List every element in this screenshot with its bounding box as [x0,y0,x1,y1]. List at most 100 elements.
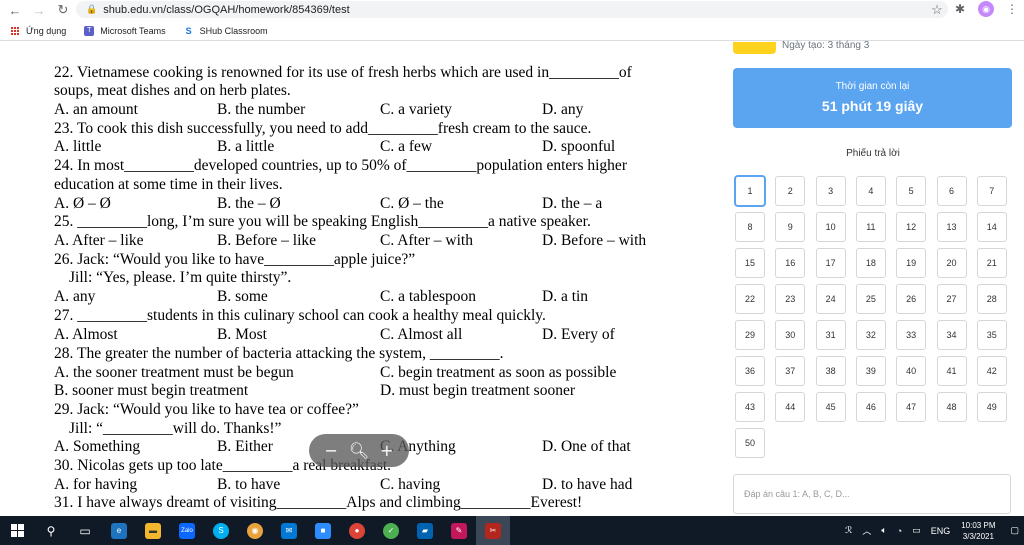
option-d: D. One of that [542,438,631,455]
battery-icon[interactable]: ▭ [912,525,921,536]
question-cell-42[interactable]: 42 [976,356,1007,386]
network-icon[interactable]: ◔ [897,526,902,536]
question-cell-19[interactable]: 19 [896,248,927,278]
question-cell-20[interactable]: 20 [936,248,967,278]
question-cell-36[interactable]: 36 [735,356,765,386]
app-icon[interactable]: ◉ [238,516,272,545]
extensions-puzzle-icon[interactable]: ✱ [952,1,968,17]
question-cell-2[interactable]: 2 [775,176,806,206]
question-cell-14[interactable]: 14 [976,212,1007,242]
question-cell-48[interactable]: 48 [936,392,967,422]
task-view-icon[interactable]: ▭ [68,516,102,545]
question-cell-8[interactable]: 8 [735,212,765,242]
question-cell-39[interactable]: 39 [855,356,886,386]
question-cell-5[interactable]: 5 [896,176,927,206]
zalo-icon[interactable]: Zalo [170,516,204,545]
question-cell-44[interactable]: 44 [775,392,806,422]
photos-icon[interactable]: ▰ [408,516,442,545]
question-cell-23[interactable]: 23 [775,284,806,314]
question-cell-4[interactable]: 4 [855,176,886,206]
chrome-icon[interactable]: ● [340,516,374,545]
question-cell-24[interactable]: 24 [815,284,846,314]
question-cell-30[interactable]: 30 [775,320,806,350]
zoom-search-icon[interactable]: 🔍︎ [349,441,369,460]
question-cell-12[interactable]: 12 [896,212,927,242]
forward-arrow-icon[interactable]: → [30,1,48,19]
question-cell-7[interactable]: 7 [976,176,1007,206]
question-text: Jill: “_________will do. Thanks!” [69,420,282,437]
search-icon[interactable]: ⚲ [34,516,68,545]
question-cell-18[interactable]: 18 [855,248,886,278]
clock[interactable]: 10:03 PM 3/3/2021 [961,520,995,542]
question-cell-38[interactable]: 38 [815,356,846,386]
option-d: D. Every of [542,326,615,343]
question-cell-28[interactable]: 28 [976,284,1007,314]
screen: ← → ↻ 🔒 shub.edu.vn/class/OGQAH/homework… [0,0,1024,545]
bookmark-apps[interactable]: Ứng dụng [10,26,66,36]
star-icon[interactable]: ☆ [928,1,946,19]
question-cell-31[interactable]: 31 [815,320,846,350]
mail-icon[interactable]: ✉ [272,516,306,545]
question-cell-35[interactable]: 35 [976,320,1007,350]
question-cell-11[interactable]: 11 [855,212,886,242]
question-cell-49[interactable]: 49 [976,392,1007,422]
zoom-app-icon[interactable]: ■ [306,516,340,545]
question-cell-43[interactable]: 43 [735,392,765,422]
question-text: 27. _________students in this culinary s… [54,307,546,324]
option-d: D. a tin [542,288,589,305]
coccoc-icon[interactable]: ✓ [374,516,408,545]
question-cell-45[interactable]: 45 [815,392,846,422]
question-cell-3[interactable]: 3 [815,176,846,206]
question-cell-10[interactable]: 10 [815,212,846,242]
windows-start-icon[interactable] [0,516,34,545]
question-cell-46[interactable]: 46 [855,392,886,422]
question-cell-26[interactable]: 26 [896,284,927,314]
question-cell-50[interactable]: 50 [735,428,765,458]
menu-kebab-icon[interactable]: ⋮ [1004,1,1020,17]
question-cell-40[interactable]: 40 [896,356,927,386]
question-cell-34[interactable]: 34 [936,320,967,350]
edge-icon[interactable]: e [102,516,136,545]
question-cell-9[interactable]: 9 [775,212,806,242]
paint-icon[interactable]: ✎ [442,516,476,545]
question-cell-47[interactable]: 47 [896,392,927,422]
chevron-up-icon[interactable]: ︿ [862,524,871,537]
profile-avatar[interactable]: ◉ [978,1,994,17]
language-indicator[interactable]: ENG [931,526,951,536]
question-cell-32[interactable]: 32 [855,320,886,350]
question-cell-29[interactable]: 29 [735,320,765,350]
question-cell-22[interactable]: 22 [735,284,765,314]
zoom-in-icon[interactable]: + [380,441,393,460]
question-cell-41[interactable]: 41 [936,356,967,386]
answer-input[interactable]: Đáp án câu 1: A, B, C, D... [733,474,1011,514]
question-cell-33[interactable]: 33 [896,320,927,350]
people-icon[interactable]: ℛ [845,525,852,536]
lock-icon: 🔒 [86,4,98,14]
reload-icon[interactable]: ↻ [54,1,72,19]
question-cell-21[interactable]: 21 [976,248,1007,278]
bookmark-shub[interactable]: S SHub Classroom [184,26,268,36]
bookmark-label: Ứng dụng [26,25,67,36]
snipping-tool-icon[interactable]: ✂ [476,516,510,545]
question-cell-1[interactable]: 1 [735,176,765,206]
question-cell-27[interactable]: 27 [936,284,967,314]
question-cell-6[interactable]: 6 [936,176,967,206]
date-created: Ngày tạo: 3 tháng 3 [782,40,870,51]
back-arrow-icon[interactable]: ← [6,1,24,19]
option-b: B. Either [217,438,273,455]
question-cell-15[interactable]: 15 [735,248,765,278]
bookmark-teams[interactable]: T Microsoft Teams [84,25,166,36]
question-cell-13[interactable]: 13 [936,212,967,242]
volume-icon[interactable]: 🔈︎ [881,525,886,536]
zoom-out-icon[interactable]: − [324,441,337,460]
notification-icon[interactable]: ▢ [1010,525,1019,536]
question-cell-37[interactable]: 37 [775,356,806,386]
skype-icon[interactable]: S [204,516,238,545]
explorer-icon[interactable]: ▬ [136,516,170,545]
option-b: B. Before – like [217,232,317,249]
address-bar[interactable]: 🔒 shub.edu.vn/class/OGQAH/homework/85436… [76,1,948,18]
teams-icon: T [84,25,95,36]
question-cell-17[interactable]: 17 [815,248,846,278]
question-cell-25[interactable]: 25 [855,284,886,314]
question-cell-16[interactable]: 16 [775,248,806,278]
